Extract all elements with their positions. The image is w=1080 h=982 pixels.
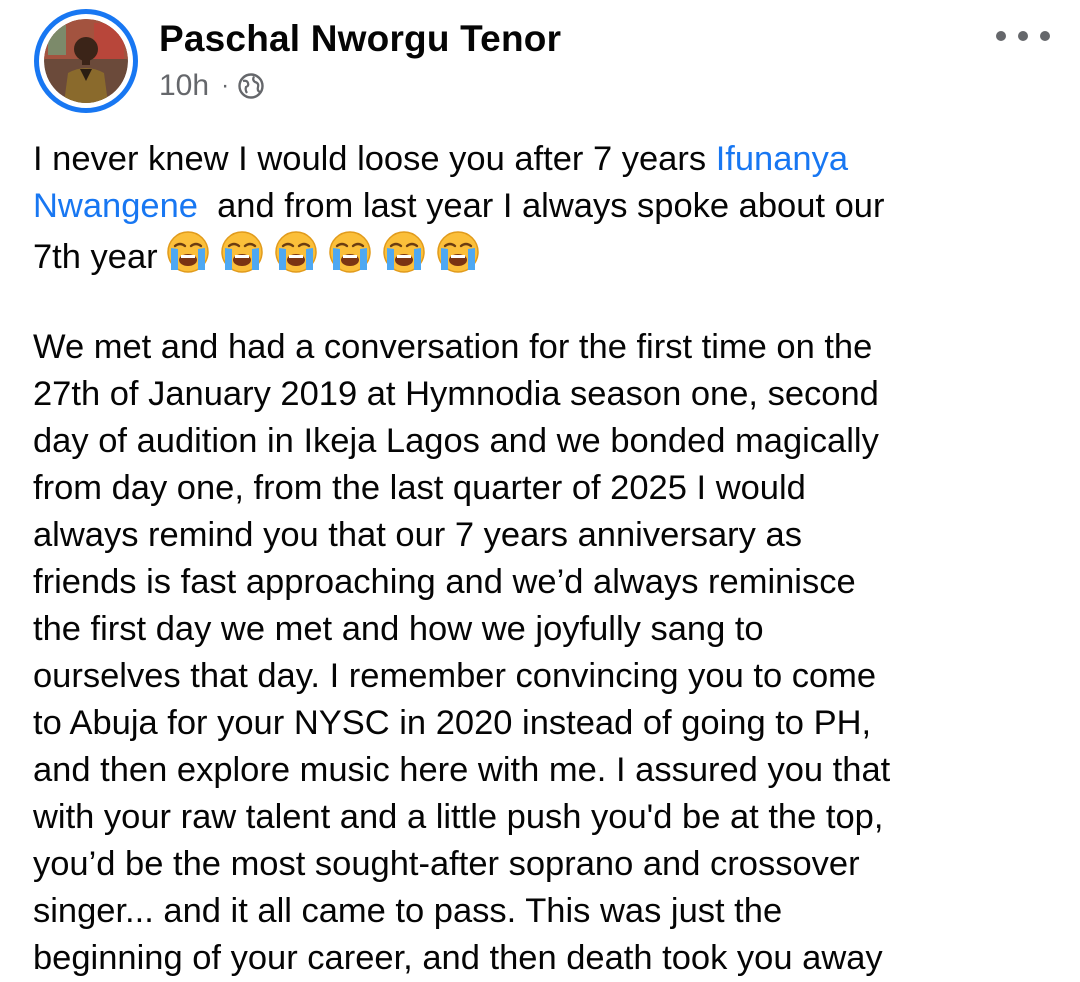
post-line: and then explore music here with me. I a… — [33, 751, 891, 789]
avatar[interactable] — [34, 9, 138, 113]
post-line: I never knew I would loose you after 7 y… — [33, 140, 849, 178]
post-line: beginning of your career, and then death… — [33, 939, 883, 977]
post-paragraph: We met and had a conversation for the fi… — [33, 324, 1043, 982]
loudly-crying-face-emoji — [382, 231, 425, 273]
post-line: Nwangene and from last year I always spo… — [33, 187, 885, 225]
loudly-crying-face-emoji — [436, 231, 479, 273]
more-options-button[interactable] — [996, 18, 1050, 54]
loudly-crying-face-emoji — [274, 231, 317, 273]
author-name[interactable]: Paschal Nworgu Tenor — [159, 18, 561, 60]
more-horizontal-icon — [1040, 31, 1050, 41]
post-line: singer... and it all came to pass. This … — [33, 892, 783, 930]
more-horizontal-icon — [996, 31, 1006, 41]
post-line: day of audition in Ikeja Lagos and we bo… — [33, 422, 879, 460]
post-line: ourselves that day. I remember convincin… — [33, 657, 877, 695]
mention-link[interactable]: Nwangene — [33, 187, 198, 225]
post-time[interactable]: 10h — [159, 69, 209, 103]
more-horizontal-icon — [1018, 31, 1028, 41]
post-line: you’d be the most sought-after soprano a… — [33, 845, 860, 883]
post-meta: 10h · — [159, 68, 265, 104]
post-line: with your raw talent and a little push y… — [33, 798, 884, 836]
post-line: to Abuja for your NYSC in 2020 instead o… — [33, 704, 872, 742]
post-line: 27th of January 2019 at Hymnodia season … — [33, 375, 879, 413]
emoji-row — [166, 230, 490, 274]
loudly-crying-face-emoji — [166, 231, 209, 273]
paragraph-break — [33, 277, 1043, 324]
post-line: 7th year — [33, 230, 1043, 277]
post-line: from day one, from the last quarter of 2… — [33, 469, 806, 507]
loudly-crying-face-emoji — [328, 231, 371, 273]
loudly-crying-face-emoji — [220, 231, 263, 273]
post-line: friends is fast approaching and we’d alw… — [33, 563, 856, 601]
post-header: Paschal Nworgu Tenor 10h · — [0, 0, 1080, 118]
post-line: the first day we met and how we joyfully… — [33, 610, 764, 648]
post-text: I never knew I would loose you after 7 y… — [33, 136, 1043, 982]
post-line: We met and had a conversation for the fi… — [33, 328, 873, 366]
meta-separator: · — [221, 72, 230, 99]
mention-link[interactable]: Ifunanya — [716, 140, 848, 178]
post-line: always remind you that our 7 years anniv… — [33, 516, 802, 554]
globe-icon[interactable] — [237, 72, 265, 100]
profile-photo — [44, 19, 128, 103]
